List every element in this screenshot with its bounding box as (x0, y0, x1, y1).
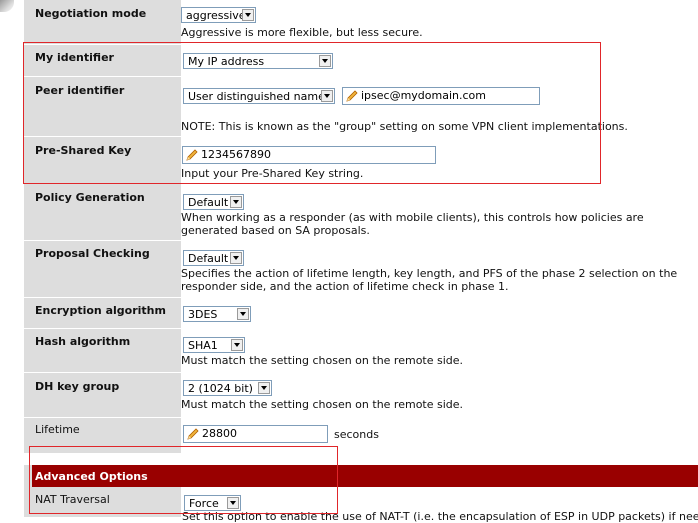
policy-generation-value: Default (188, 196, 229, 209)
encryption-algorithm-select[interactable]: 3DES (183, 306, 251, 322)
my-identifier-label: My identifier (35, 51, 114, 64)
encryption-algorithm-cell: 3DES (181, 298, 698, 328)
pre-shared-key-cell: 1234567890 Input your Pre-Shared Key str… (181, 137, 698, 183)
encryption-algorithm-label: Encryption algorithm (35, 304, 166, 317)
dh-key-group-select[interactable]: 2 (1024 bit) (183, 380, 272, 396)
peer-identifier-note: NOTE: This is known as the "group" setti… (181, 120, 628, 133)
pre-shared-key-value: 1234567890 (201, 148, 271, 161)
proposal-checking-help: Specifies the action of lifetime length,… (181, 267, 678, 293)
policy-generation-help: When working as a responder (as with mob… (181, 211, 644, 237)
negotiation-mode-label: Negotiation mode (35, 7, 147, 20)
my-identifier-value: My IP address (188, 55, 265, 68)
policy-generation-select[interactable]: Default (183, 194, 244, 210)
my-identifier-select[interactable]: My IP address (183, 53, 333, 69)
section-spacer (24, 454, 698, 465)
lifetime-label: Lifetime (35, 423, 80, 436)
page-margin (0, 0, 24, 517)
nat-traversal-value: Force (189, 497, 219, 510)
policy-generation-label: Policy Generation (35, 191, 145, 204)
row-policy-generation: Policy Generation Default When working a… (24, 184, 698, 241)
proposal-checking-label: Proposal Checking (35, 247, 150, 260)
proposal-checking-select[interactable]: Default (183, 250, 244, 266)
peer-identifier-cell: User distinguished name ipsec@mydomain.c… (181, 77, 698, 136)
peer-identifier-value: ipsec@mydomain.com (361, 89, 486, 102)
dh-key-group-help: Must match the setting chosen on the rem… (181, 398, 464, 411)
negotiation-mode-cell: aggressive Aggressive is more flexible, … (181, 0, 698, 44)
negotiation-mode-help: Aggressive is more flexible, but less se… (181, 26, 423, 39)
chevron-down-icon (242, 9, 254, 21)
peer-identifier-input[interactable]: ipsec@mydomain.com (342, 87, 540, 105)
row-peer-identifier: Peer identifier User distinguished name … (24, 77, 698, 137)
row-encryption-algorithm: Encryption algorithm 3DES (24, 298, 698, 329)
policy-generation-cell: Default When working as a responder (as … (181, 184, 698, 240)
lifetime-value: 28800 (202, 427, 237, 440)
encryption-algorithm-value: 3DES (188, 308, 218, 321)
chevron-down-icon (319, 55, 331, 67)
lifetime-cell: 28800 seconds (181, 418, 698, 453)
row-dh-key-group: DH key group 2 (1024 bit) Must match the… (24, 373, 698, 418)
pencil-icon (346, 90, 358, 102)
chevron-down-icon (230, 196, 242, 208)
hash-algorithm-value: SHA1 (188, 339, 218, 352)
chevron-down-icon (237, 308, 249, 320)
hash-algorithm-help: Must match the setting chosen on the rem… (181, 354, 464, 367)
chevron-down-icon (231, 339, 243, 351)
negotiation-mode-value: aggressive (186, 9, 246, 22)
chevron-down-icon (258, 382, 270, 394)
pre-shared-key-label: Pre-Shared Key (35, 144, 132, 157)
proposal-checking-value: Default (188, 252, 229, 265)
dh-key-group-value: 2 (1024 bit) (188, 382, 253, 395)
row-my-identifier: My identifier My IP address (24, 45, 698, 77)
advanced-options-header: Advanced Options (32, 465, 698, 487)
hash-algorithm-cell: SHA1 Must match the setting chosen on th… (181, 329, 698, 372)
negotiation-mode-select[interactable]: aggressive (181, 7, 256, 23)
hash-algorithm-label: Hash algorithm (35, 335, 131, 348)
nat-traversal-select[interactable]: Force (184, 495, 241, 511)
ipsec-phase1-form: Negotiation mode aggressive Aggressive i… (24, 0, 698, 517)
peer-identifier-label: Peer identifier (35, 84, 125, 97)
pencil-icon (186, 149, 198, 161)
chevron-down-icon (227, 497, 239, 509)
lifetime-unit: seconds (334, 428, 379, 441)
row-proposal-checking: Proposal Checking Default Specifies the … (24, 241, 698, 298)
chevron-down-icon (230, 252, 242, 264)
row-hash-algorithm: Hash algorithm SHA1 Must match the setti… (24, 329, 698, 373)
peer-identifier-type: User distinguished name (188, 90, 325, 103)
pre-shared-key-help: Input your Pre-Shared Key string. (181, 167, 364, 180)
dh-key-group-label: DH key group (35, 380, 120, 393)
lifetime-input[interactable]: 28800 (183, 425, 328, 443)
proposal-checking-cell: Default Specifies the action of lifetime… (181, 241, 698, 297)
pre-shared-key-input[interactable]: 1234567890 (182, 146, 436, 164)
advanced-options-title: Advanced Options (35, 470, 148, 483)
nat-traversal-label: NAT Traversal (35, 493, 110, 506)
row-negotiation-mode: Negotiation mode aggressive Aggressive i… (24, 0, 698, 45)
chevron-down-icon (321, 90, 333, 102)
pencil-icon (187, 428, 199, 440)
row-lifetime: Lifetime 28800 seconds (24, 418, 698, 454)
my-identifier-cell: My IP address (181, 45, 698, 76)
peer-identifier-select[interactable]: User distinguished name (183, 88, 335, 104)
hash-algorithm-select[interactable]: SHA1 (183, 337, 245, 353)
row-pre-shared-key: Pre-Shared Key 1234567890 Input your Pre… (24, 137, 698, 184)
dh-key-group-cell: 2 (1024 bit) Must match the setting chos… (181, 373, 698, 417)
